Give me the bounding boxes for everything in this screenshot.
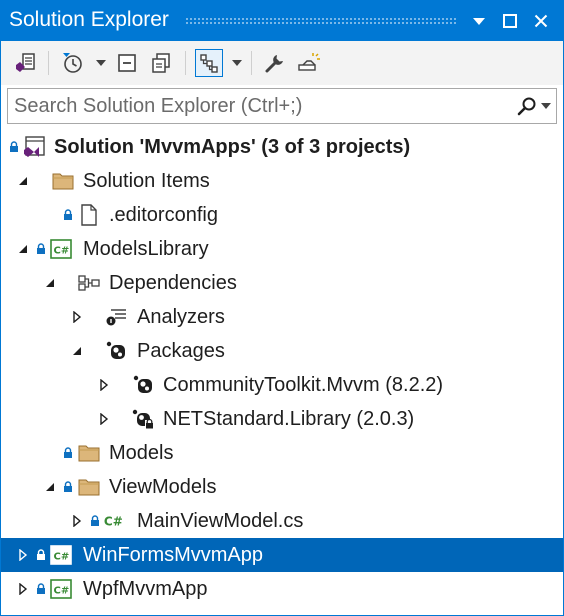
tree-node-label: .editorconfig [109,203,218,226]
switch-views-icon[interactable] [11,49,39,77]
folder-icon [77,470,101,504]
tree-node-dependencies[interactable]: Dependencies [1,266,563,300]
title-bar-grip[interactable] [185,17,457,25]
solution-explorer-window: Solution Explorer Search Solution Explor… [0,0,564,616]
tree-node-label: ModelsLibrary [83,237,209,260]
svg-text:C#: C# [54,586,70,597]
solution-icon [22,130,46,164]
toolbar [1,41,563,85]
tree-node-netstandard-library[interactable]: NETStandard.Library (2.0.3) [1,402,563,436]
tree-node-label: WpfMvvmApp [83,577,208,600]
tree-node-viewmodels[interactable]: ViewModels [1,470,563,504]
close-icon[interactable] [529,9,553,33]
tree-node-packages[interactable]: Packages [1,334,563,368]
package-lock-icon [131,402,155,436]
tree-node-label: Dependencies [109,271,237,294]
maximize-icon[interactable] [498,9,522,33]
toolbar-separator [48,51,49,75]
folder-icon [77,436,101,470]
folder-icon [51,164,75,198]
toolbar-separator [185,51,186,75]
collapsed-arrow-icon[interactable] [71,300,83,334]
tree-node-models-library[interactable]: C# ModelsLibrary [1,232,563,266]
expanded-arrow-icon[interactable] [44,470,56,504]
search-icon[interactable] [516,95,538,117]
dependencies-icon [77,266,101,300]
expanded-arrow-icon[interactable] [44,266,56,300]
collapse-all-icon[interactable] [113,49,141,77]
lock-icon [36,232,46,266]
tree-node-label: MainViewModel.cs [137,509,304,532]
tree-node-editorconfig[interactable]: .editorconfig [1,198,563,232]
lock-icon [63,436,73,470]
tree-node-label: NETStandard.Library (2.0.3) [163,407,415,430]
search-box [7,88,557,124]
csharp-project-icon: C# [49,572,73,606]
tree-node-label: Solution Items [83,169,210,192]
lock-icon [63,198,73,232]
pending-changes-filter-icon[interactable] [59,49,87,77]
tree-node-mainviewmodel-cs[interactable]: C# MainViewModel.cs [1,504,563,538]
lock-icon [63,470,73,504]
expanded-arrow-icon[interactable] [71,334,83,368]
expanded-arrow-icon[interactable] [17,232,29,266]
window-title: Solution Explorer [9,8,169,31]
sync-dropdown-icon[interactable] [231,55,243,71]
file-icon [77,198,101,232]
collapsed-arrow-icon[interactable] [71,504,83,538]
csharp-file-icon: C# [103,504,127,538]
lock-icon [9,130,19,164]
sync-with-active-document-icon[interactable] [195,49,223,77]
tree-node-label: Analyzers [137,305,225,328]
properties-wrench-icon[interactable] [261,49,289,77]
svg-text:C#: C# [54,246,70,257]
expanded-arrow-icon[interactable] [17,164,29,198]
svg-text:C#: C# [54,552,70,563]
search-input[interactable] [8,89,508,123]
show-all-files-icon[interactable] [147,49,175,77]
tree-node-solution-items[interactable]: Solution Items [1,164,563,198]
csharp-project-icon: C# [49,538,73,572]
tree-node-models[interactable]: Models [1,436,563,470]
toolbar-separator [251,51,252,75]
tree-node-wpfmvvmapp[interactable]: C# WpfMvvmApp [1,572,563,606]
lock-icon [36,572,46,606]
tree-node-label: Solution 'MvvmApps' (3 of 3 projects) [54,135,411,158]
pin-dropdown-icon[interactable] [467,9,491,33]
tree-node-solution[interactable]: Solution 'MvvmApps' (3 of 3 projects) [1,130,563,164]
analyzers-icon [104,300,128,334]
collapsed-arrow-icon[interactable] [17,572,29,606]
tree-node-label: CommunityToolkit.Mvvm (8.2.2) [163,373,444,396]
tree-node-label: Packages [137,339,225,362]
tree-node-label: Models [109,441,174,464]
collapsed-arrow-icon[interactable] [17,538,29,572]
tree-node-winformsmvvmapp[interactable]: C# WinFormsMvvmApp [1,538,563,572]
collapsed-arrow-icon[interactable] [98,368,110,402]
csharp-project-icon: C# [49,232,73,266]
tree-node-label: WinFormsMvvmApp [83,543,264,566]
svg-text:C#: C# [104,515,123,529]
tree-node-label: ViewModels [109,475,217,498]
collapsed-arrow-icon[interactable] [98,402,110,436]
tree-node-communitytoolkit-mvvm[interactable]: CommunityToolkit.Mvvm (8.2.2) [1,368,563,402]
lock-icon [90,504,100,538]
lock-icon [36,538,46,572]
preview-selected-items-icon[interactable] [295,49,323,77]
package-icon [104,334,128,368]
pending-changes-dropdown-icon[interactable] [95,55,107,71]
tree-node-analyzers[interactable]: Analyzers [1,300,563,334]
search-options-dropdown-icon[interactable] [540,99,552,113]
package-icon [131,368,155,402]
title-bar[interactable]: Solution Explorer [1,1,563,41]
